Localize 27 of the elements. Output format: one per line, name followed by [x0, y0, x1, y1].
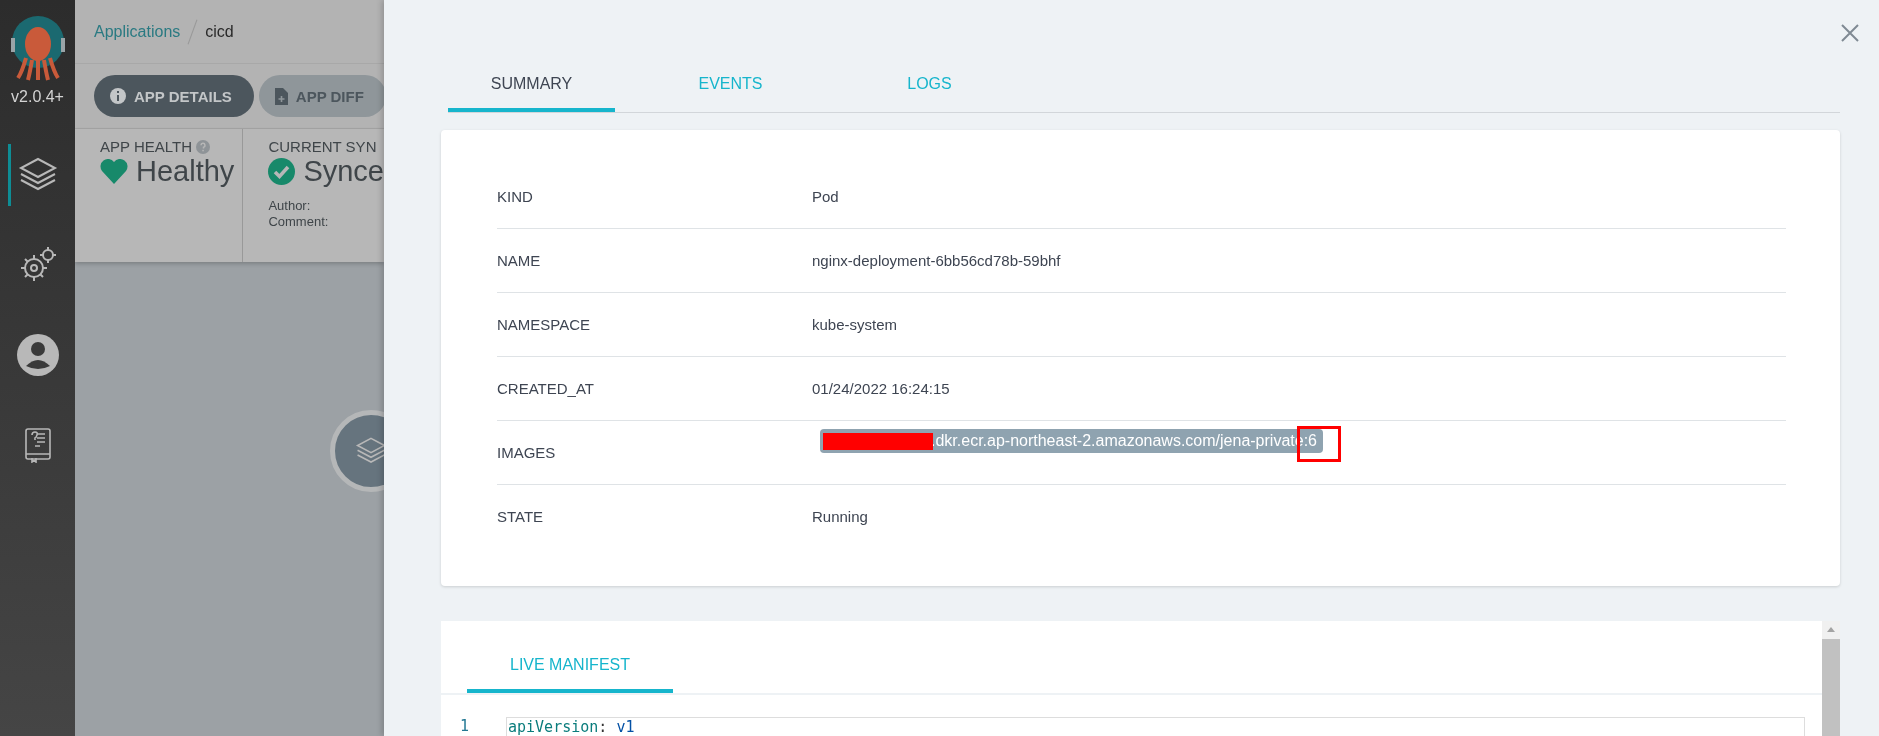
- line-number: 1: [458, 717, 470, 735]
- tab[interactable]: SUMMARY: [448, 60, 615, 112]
- field-value: nginx-deployment-6bb56cd78b-59bhf: [812, 252, 1061, 269]
- field-value: kube-system: [812, 316, 898, 333]
- field-label: NAMESPACE: [497, 316, 592, 333]
- author-label: Author:: [268, 198, 312, 214]
- tab[interactable]: EVENTS: [647, 60, 814, 112]
- field-value: Pod: [812, 188, 839, 205]
- field-label: KIND: [497, 188, 534, 205]
- version-label: v2.0.4+: [11, 88, 64, 106]
- health-status: Healthy: [136, 155, 235, 188]
- tab[interactable]: LIVE MANIFEST: [467, 641, 673, 693]
- app-details-button[interactable]: APP DETAILS: [94, 75, 254, 117]
- breadcrumb-link[interactable]: Applications: [94, 22, 181, 41]
- field-label: NAME: [497, 252, 542, 269]
- comment-label: Comment:: [268, 214, 330, 230]
- tab[interactable]: LOGS: [846, 60, 1013, 112]
- field-value: 01/24/2022 16:24:15: [812, 380, 950, 397]
- field-value: Running: [812, 508, 868, 525]
- sync-status: Synce: [303, 155, 384, 188]
- field-label: CREATED_AT: [497, 380, 595, 397]
- field-label: IMAGES: [497, 444, 557, 461]
- field-label: STATE: [497, 508, 545, 525]
- breadcrumb-current: cicd: [205, 22, 234, 41]
- app-diff-button[interactable]: APP DIFF: [258, 75, 384, 117]
- health-title: APP HEALTH: [100, 138, 192, 155]
- sync-title: CURRENT SYN: [268, 138, 378, 155]
